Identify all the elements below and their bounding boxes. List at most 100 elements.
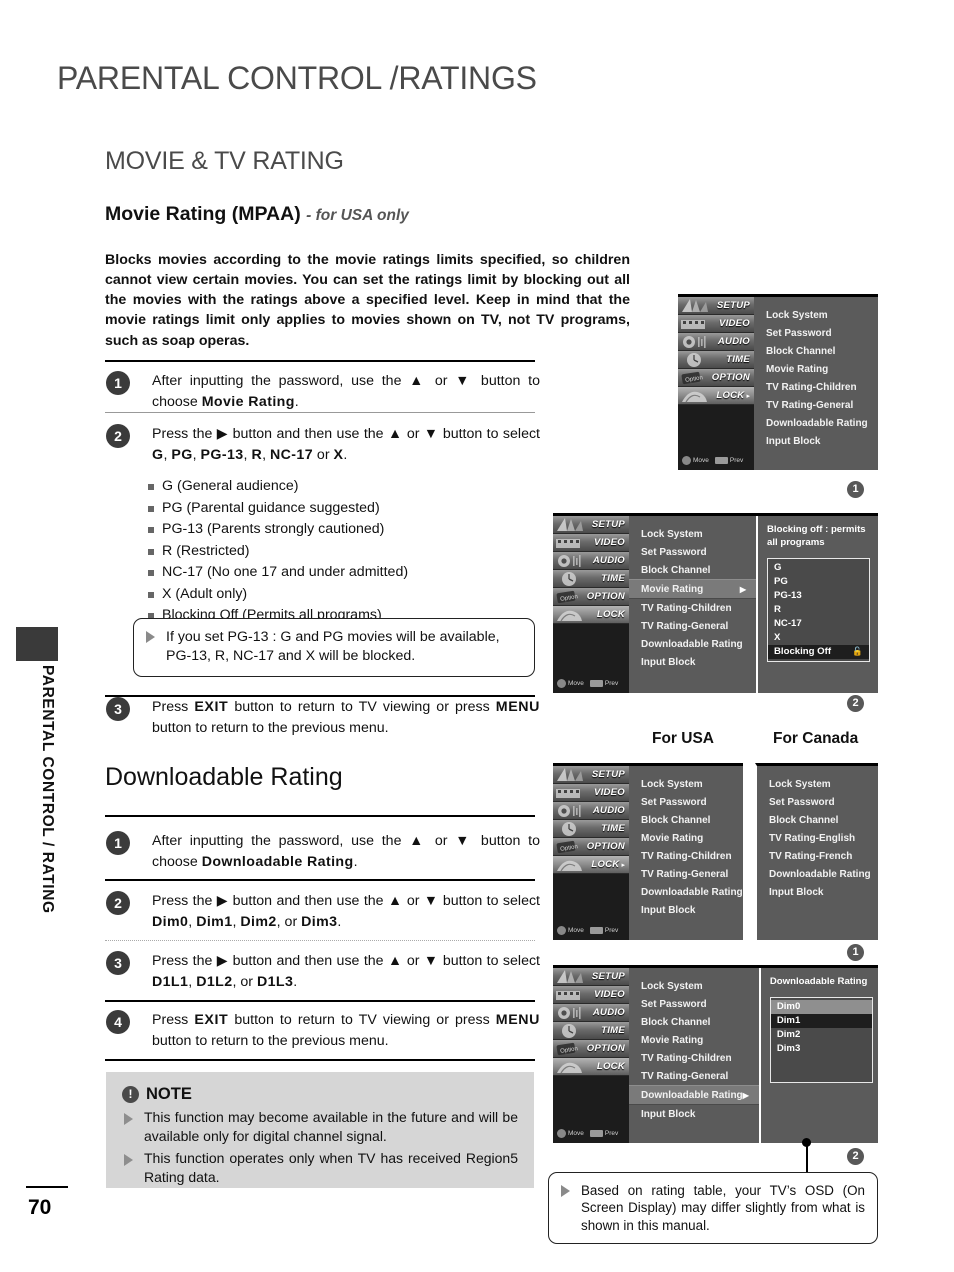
osd-panel-lock-menu[interactable]: SETUP VIDEO AUDIO TIME Option OPTION LOC… bbox=[678, 294, 878, 470]
osd-menu-item-block-channel[interactable]: Block Channel bbox=[757, 811, 881, 829]
osd-option-list[interactable]: G PG PG-13 R NC-17 X Blocking Off 🔓 bbox=[767, 557, 870, 662]
osd-panel-canada[interactable]: Lock System Set Password Block Channel T… bbox=[755, 763, 878, 940]
osd-option-pg[interactable]: PG bbox=[768, 575, 869, 589]
osd-menu-item-movie-rating[interactable]: Movie Rating bbox=[629, 1031, 759, 1049]
osd-sidebar-item-option[interactable]: Option OPTION bbox=[553, 1040, 629, 1058]
osd-option-nc-17[interactable]: NC-17 bbox=[768, 617, 869, 631]
osd-icon-list[interactable]: SETUP VIDEO AUDIO TIME Option OPTION LOC… bbox=[553, 766, 629, 874]
osd-sidebar[interactable]: SETUP VIDEO AUDIO TIME Option OPTION LOC… bbox=[553, 968, 629, 1143]
osd-sidebar-item-lock[interactable]: LOCK bbox=[553, 606, 629, 624]
osd-sidebar-item-lock[interactable]: LOCK ▸ bbox=[678, 387, 754, 405]
osd-sidebar-item-time[interactable]: TIME bbox=[553, 570, 629, 588]
osd-sidebar-item-video[interactable]: VIDEO bbox=[553, 534, 629, 552]
option-icon: Option bbox=[680, 370, 710, 386]
osd-panel-usa[interactable]: SETUP VIDEO AUDIO TIME Option OPTION LOC… bbox=[553, 763, 743, 940]
osd-sidebar-item-option[interactable]: Option OPTION bbox=[553, 838, 629, 856]
osd-menu-item-downloadable-rating[interactable]: Downloadable Rating bbox=[754, 414, 878, 432]
osd-menu-item-label: Set Password bbox=[641, 998, 707, 1010]
osd-menu-item-set-password[interactable]: Set Password bbox=[629, 995, 759, 1013]
osd-menu-item-tv-rating-french[interactable]: TV Rating-French bbox=[757, 847, 881, 865]
osd-sidebar-item-audio[interactable]: AUDIO bbox=[678, 333, 754, 351]
osd-menu-item-downloadable-rating[interactable]: Downloadable Rating ▶ bbox=[629, 1085, 759, 1105]
osd-sidebar-item-time[interactable]: TIME bbox=[678, 351, 754, 369]
osd-option-dim3[interactable]: Dim3 bbox=[771, 1042, 872, 1056]
osd-detail-pane[interactable]: Downloadable Rating Dim0 Dim1 Dim2 Dim3 bbox=[758, 968, 881, 1143]
osd-menu-item-input-block[interactable]: Input Block bbox=[629, 901, 753, 919]
osd-sidebar-item-setup[interactable]: SETUP bbox=[553, 968, 629, 986]
osd-option-list[interactable]: Dim0 Dim1 Dim2 Dim3 bbox=[769, 996, 873, 1083]
osd-menu-item-lock-system[interactable]: Lock System bbox=[629, 977, 759, 995]
osd-menu-item-lock-system[interactable]: Lock System bbox=[629, 525, 756, 543]
osd-sidebar-item-video[interactable]: VIDEO bbox=[553, 986, 629, 1004]
osd-menu-item-tv-rating-children[interactable]: TV Rating-Children bbox=[629, 1049, 759, 1067]
osd-menu-item-input-block[interactable]: Input Block bbox=[754, 432, 878, 450]
osd-menu-item-downloadable-rating[interactable]: Downloadable Rating bbox=[629, 635, 756, 653]
osd-menu-list[interactable]: Lock System Set Password Block Channel M… bbox=[629, 516, 756, 693]
osd-option-dim2[interactable]: Dim2 bbox=[771, 1028, 872, 1042]
osd-menu-item-set-password[interactable]: Set Password bbox=[629, 543, 756, 561]
osd-icon-list[interactable]: SETUP VIDEO AUDIO TIME Option OPTION LOC… bbox=[678, 297, 754, 405]
osd-menu-list[interactable]: Lock System Set Password Block Channel M… bbox=[754, 297, 878, 470]
osd-panel-movie-rating[interactable]: SETUP VIDEO AUDIO TIME Option OPTION LOC… bbox=[553, 513, 878, 693]
osd-sidebar-item-lock[interactable]: LOCK ▸ bbox=[553, 856, 629, 874]
osd-sidebar-item-setup[interactable]: SETUP bbox=[678, 297, 754, 315]
osd-menu-item-tv-rating-general[interactable]: TV Rating-General bbox=[754, 396, 878, 414]
osd-menu-item-tv-rating-children[interactable]: TV Rating-Children bbox=[629, 847, 753, 865]
osd-menu-item-block-channel[interactable]: Block Channel bbox=[754, 342, 878, 360]
osd-menu-item-tv-rating-english[interactable]: TV Rating-English bbox=[757, 829, 881, 847]
osd-menu-item-lock-system[interactable]: Lock System bbox=[754, 306, 878, 324]
osd-menu-item-downloadable-rating[interactable]: Downloadable Rating bbox=[757, 865, 881, 883]
osd-menu-item-movie-rating[interactable]: Movie Rating bbox=[754, 360, 878, 378]
osd-menu-item-input-block[interactable]: Input Block bbox=[757, 883, 881, 901]
osd-menu-list[interactable]: Lock System Set Password Block Channel M… bbox=[629, 766, 753, 940]
osd-sidebar[interactable]: SETUP VIDEO AUDIO TIME Option OPTION LOC… bbox=[553, 516, 629, 693]
osd-menu-item-input-block[interactable]: Input Block bbox=[629, 1105, 759, 1123]
osd-sidebar-item-time[interactable]: TIME bbox=[553, 820, 629, 838]
osd-menu-item-tv-rating-children[interactable]: TV Rating-Children bbox=[629, 599, 756, 617]
osd-sidebar-item-audio[interactable]: AUDIO bbox=[553, 802, 629, 820]
osd-menu-item-tv-rating-general[interactable]: TV Rating-General bbox=[629, 865, 753, 883]
osd-sidebar-item-option[interactable]: Option OPTION bbox=[678, 369, 754, 387]
osd-menu-item-lock-system[interactable]: Lock System bbox=[757, 775, 881, 793]
osd-icon-list[interactable]: SETUP VIDEO AUDIO TIME Option OPTION LOC… bbox=[553, 516, 629, 624]
unlock-icon: 🔓 bbox=[852, 646, 863, 657]
osd-sidebar-item-video[interactable]: VIDEO bbox=[678, 315, 754, 333]
chevron-right-icon: ▸ bbox=[746, 392, 750, 400]
osd-sidebar[interactable]: SETUP VIDEO AUDIO TIME Option OPTION LOC… bbox=[678, 297, 754, 470]
osd-sidebar-item-lock[interactable]: LOCK bbox=[553, 1058, 629, 1076]
osd-detail-pane[interactable]: Blocking off : permits all programs G PG… bbox=[756, 516, 878, 693]
osd-menu-item-input-block[interactable]: Input Block bbox=[629, 653, 756, 671]
osd-menu-item-block-channel[interactable]: Block Channel bbox=[629, 561, 756, 579]
osd-menu-item-block-channel[interactable]: Block Channel bbox=[629, 811, 753, 829]
osd-option-dim1[interactable]: Dim1 bbox=[770, 1013, 872, 1028]
osd-menu-list[interactable]: Lock System Set Password Block Channel M… bbox=[629, 968, 759, 1143]
osd-menu-item-lock-system[interactable]: Lock System bbox=[629, 775, 753, 793]
osd-menu-item-set-password[interactable]: Set Password bbox=[629, 793, 753, 811]
osd-menu-item-set-password[interactable]: Set Password bbox=[754, 324, 878, 342]
osd-option-pg-13[interactable]: PG-13 bbox=[768, 589, 869, 603]
osd-option-blocking-off[interactable]: Blocking Off 🔓 bbox=[768, 644, 869, 659]
osd-menu-item-tv-rating-general[interactable]: TV Rating-General bbox=[629, 617, 756, 635]
osd-option-g[interactable]: G bbox=[768, 561, 869, 575]
osd-menu-item-set-password[interactable]: Set Password bbox=[757, 793, 881, 811]
osd-menu-item-tv-rating-children[interactable]: TV Rating-Children bbox=[754, 378, 878, 396]
osd-panel-downloadable-rating[interactable]: SETUP VIDEO AUDIO TIME Option OPTION LOC… bbox=[553, 965, 878, 1143]
osd-sidebar-item-option[interactable]: Option OPTION bbox=[553, 588, 629, 606]
osd-sidebar[interactable]: SETUP VIDEO AUDIO TIME Option OPTION LOC… bbox=[553, 766, 629, 940]
osd-sidebar-item-audio[interactable]: AUDIO bbox=[553, 1004, 629, 1022]
osd-option-r[interactable]: R bbox=[768, 603, 869, 617]
osd-icon-list[interactable]: SETUP VIDEO AUDIO TIME Option OPTION LOC… bbox=[553, 968, 629, 1076]
osd-menu-item-movie-rating[interactable]: Movie Rating ▶ bbox=[629, 579, 756, 599]
osd-menu-item-block-channel[interactable]: Block Channel bbox=[629, 1013, 759, 1031]
osd-option-dim0[interactable]: Dim0 bbox=[770, 999, 872, 1014]
osd-sidebar-item-audio[interactable]: AUDIO bbox=[553, 552, 629, 570]
osd-option-x[interactable]: X bbox=[768, 631, 869, 645]
osd-sidebar-item-time[interactable]: TIME bbox=[553, 1022, 629, 1040]
osd-menu-item-tv-rating-general[interactable]: TV Rating-General bbox=[629, 1067, 759, 1085]
osd-sidebar-item-setup[interactable]: SETUP bbox=[553, 766, 629, 784]
osd-menu-item-movie-rating[interactable]: Movie Rating bbox=[629, 829, 753, 847]
osd-menu-item-downloadable-rating[interactable]: Downloadable Rating bbox=[629, 883, 753, 901]
osd-menu-list[interactable]: Lock System Set Password Block Channel T… bbox=[757, 766, 881, 940]
osd-sidebar-item-video[interactable]: VIDEO bbox=[553, 784, 629, 802]
osd-sidebar-item-setup[interactable]: SETUP bbox=[553, 516, 629, 534]
